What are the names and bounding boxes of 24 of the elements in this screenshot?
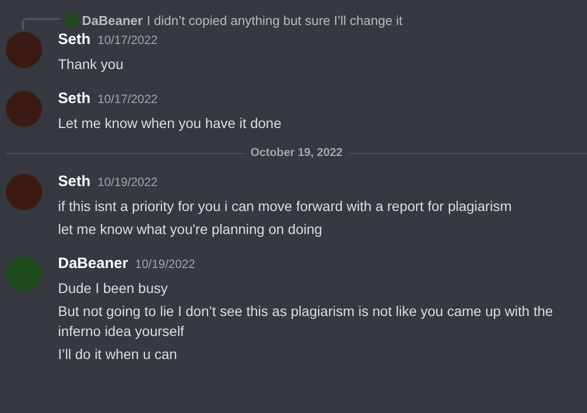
date-divider-label: October 19, 2022 (250, 147, 343, 159)
message-timestamp: 10/17/2022 (98, 33, 158, 47)
author-name[interactable]: DaBeaner (58, 255, 128, 272)
message-text: if this isnt a priority for you i can move forward with a report for plagiarism (58, 197, 513, 216)
message-text: Let me know when you have it done (58, 114, 282, 133)
author-name[interactable]: Seth (58, 173, 91, 190)
author-name[interactable]: Seth (58, 90, 91, 107)
reply-author-name[interactable]: DaBeaner (82, 12, 143, 28)
message-text: I’ll do it when u can (58, 345, 178, 364)
reply-preview-text[interactable]: I didn’t copied anything but sure I’ll change it (146, 12, 403, 28)
avatar[interactable] (6, 91, 42, 127)
avatar[interactable] (6, 256, 42, 292)
avatar[interactable] (6, 32, 42, 68)
message-timestamp: 10/19/2022 (135, 257, 196, 271)
message-text: But not going to lie I don’t see this as plagiarism is not like you came up with the inferno idea yourself (58, 302, 553, 341)
reply-connector-icon (22, 18, 60, 30)
avatar[interactable] (6, 174, 42, 210)
message-text: Thank you (58, 55, 124, 74)
author-name[interactable]: Seth (58, 31, 91, 48)
avatar[interactable] (64, 13, 78, 27)
message-timestamp: 10/17/2022 (98, 92, 158, 106)
message-text: Dude I been busy (58, 279, 169, 298)
message-timestamp: 10/19/2022 (98, 175, 158, 189)
message-text: let me know what you're planning on doing (58, 220, 324, 239)
